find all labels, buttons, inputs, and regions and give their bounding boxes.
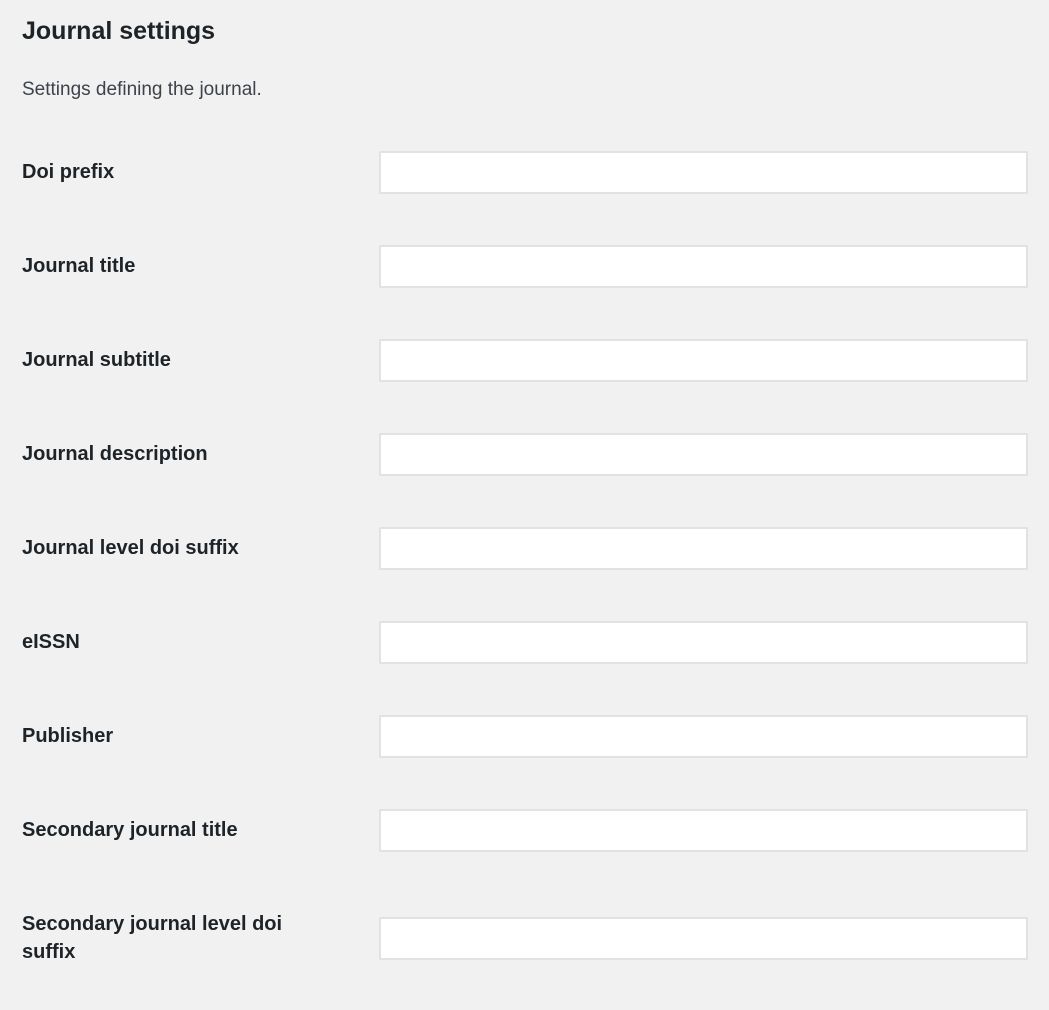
journal-description-label: Journal description — [22, 443, 208, 465]
form-row-secondary-journal-level-doi-suffix: Secondary journal level doi suffix — [0, 903, 1049, 973]
section-description: Settings defining the journal. — [22, 79, 262, 100]
journal-settings-page: Journal settings Settings defining the j… — [0, 0, 1049, 1010]
form-row-journal-subtitle: Journal subtitle — [0, 339, 1049, 383]
publisher-input[interactable] — [379, 715, 1028, 758]
section-title: Journal settings — [22, 17, 216, 45]
eissn-label: eISSN — [22, 631, 80, 653]
form-row-secondary-journal-title: Secondary journal title — [0, 809, 1049, 853]
journal-level-doi-suffix-input[interactable] — [379, 527, 1028, 570]
secondary-journal-title-label: Secondary journal title — [22, 819, 238, 841]
form-row-journal-description: Journal description — [0, 433, 1049, 477]
journal-title-label: Journal title — [22, 255, 136, 277]
form-row-publisher: Publisher — [0, 715, 1049, 759]
secondary-journal-level-doi-suffix-input[interactable] — [379, 917, 1028, 960]
doi-prefix-input[interactable] — [379, 151, 1028, 194]
publisher-label: Publisher — [22, 725, 114, 747]
doi-prefix-label: Doi prefix — [22, 161, 115, 183]
secondary-journal-title-input[interactable] — [379, 809, 1028, 852]
journal-subtitle-input[interactable] — [379, 339, 1028, 382]
form-row-doi-prefix: Doi prefix — [0, 151, 1049, 195]
form-row-journal-title: Journal title — [0, 245, 1049, 289]
form-row-eissn: eISSN — [0, 621, 1049, 665]
journal-title-input[interactable] — [379, 245, 1028, 288]
form-row-journal-level-doi-suffix: Journal level doi suffix — [0, 527, 1049, 571]
journal-level-doi-suffix-label: Journal level doi suffix — [22, 537, 239, 559]
secondary-journal-level-doi-suffix-label: Secondary journal level doi suffix — [22, 913, 283, 963]
journal-subtitle-label: Journal subtitle — [22, 349, 171, 371]
eissn-input[interactable] — [379, 621, 1028, 664]
journal-description-input[interactable] — [379, 433, 1028, 476]
